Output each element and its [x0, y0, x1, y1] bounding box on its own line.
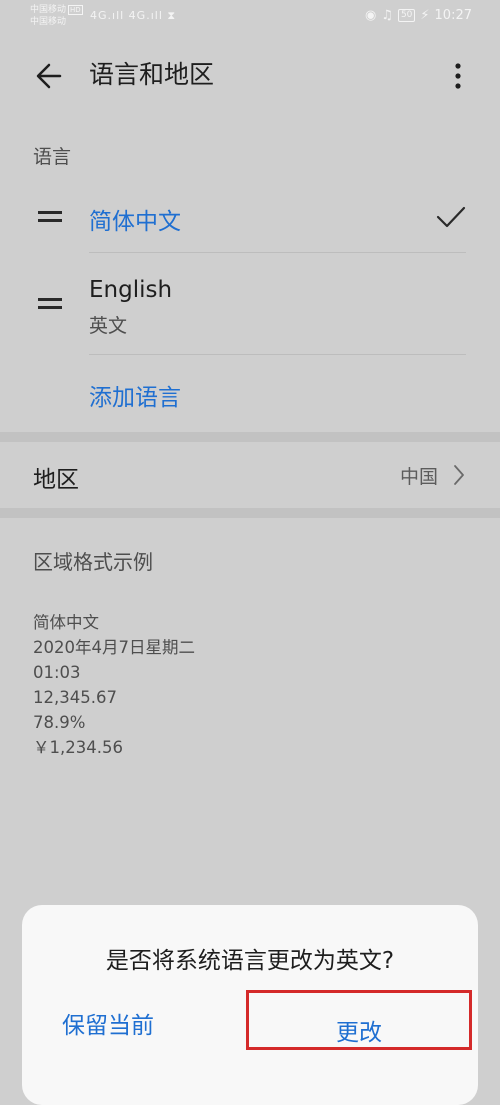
- divider: [89, 354, 466, 355]
- language-row-zh[interactable]: 简体中文: [0, 190, 500, 252]
- language-subtitle: 英文: [89, 315, 128, 337]
- add-language-link[interactable]: 添加语言: [89, 378, 181, 412]
- format-example-list: 简体中文 2020年4月7日星期二 01:03 12,345.67 78.9% …: [33, 610, 195, 760]
- app-bar: 语言和地区: [0, 44, 500, 108]
- drag-handle-icon[interactable]: [38, 211, 62, 222]
- format-line: ￥1,234.56: [33, 738, 123, 757]
- hd-badge: HD: [68, 5, 83, 15]
- keep-current-button[interactable]: 保留当前: [62, 1003, 232, 1043]
- signal-icon: 4G.ıll 4G.ıll ⧗: [90, 9, 177, 22]
- section-divider: [0, 508, 500, 518]
- carrier-1: 中国移动: [30, 5, 67, 15]
- region-row[interactable]: 地区 中国: [0, 442, 500, 508]
- drag-handle-icon[interactable]: [38, 298, 62, 309]
- hourglass-icon: ⧗: [167, 9, 177, 22]
- headset-icon: ♫: [381, 8, 393, 23]
- eye-icon: ◉: [364, 8, 377, 23]
- section-divider: [0, 432, 500, 442]
- back-arrow-icon[interactable]: [30, 56, 70, 96]
- region-value: 中国: [400, 466, 439, 488]
- dialog-message: 是否将系统语言更改为英文?: [105, 948, 395, 974]
- clock-time: 10:27: [434, 8, 472, 23]
- format-line: 12,345.67: [33, 688, 117, 707]
- check-icon: [436, 206, 466, 228]
- language-row-en[interactable]: English 英文: [0, 253, 500, 353]
- language-name: English: [89, 277, 173, 303]
- charging-icon: ⚡: [420, 8, 430, 23]
- region-label: 地区: [33, 467, 79, 493]
- carrier-2: 中国移动: [30, 17, 67, 27]
- language-name: 简体中文: [89, 209, 181, 235]
- language-section-label: 语言: [33, 146, 72, 168]
- format-example-title: 区域格式示例: [33, 550, 153, 574]
- format-line: 01:03: [33, 663, 81, 682]
- battery-icon: 50: [397, 9, 416, 22]
- status-right: ◉ ♫ 50 ⚡ 10:27: [365, 8, 472, 23]
- change-button[interactable]: 更改: [246, 990, 472, 1050]
- format-line: 简体中文: [33, 613, 99, 632]
- status-bar: 中国移动 HD 中国移动 4G.ıll 4G.ıll ⧗ ◉ ♫ 50 ⚡ 10:…: [0, 0, 500, 34]
- more-options-icon[interactable]: [446, 58, 470, 94]
- format-line: 78.9%: [33, 713, 86, 732]
- carrier-info: 中国移动 HD 中国移动: [30, 4, 83, 28]
- format-line: 2020年4月7日星期二: [33, 638, 195, 657]
- page-title: 语言和地区: [89, 60, 215, 89]
- change-language-dialog: 是否将系统语言更改为英文? 保留当前 更改: [22, 905, 478, 1105]
- chevron-right-icon: [454, 465, 464, 485]
